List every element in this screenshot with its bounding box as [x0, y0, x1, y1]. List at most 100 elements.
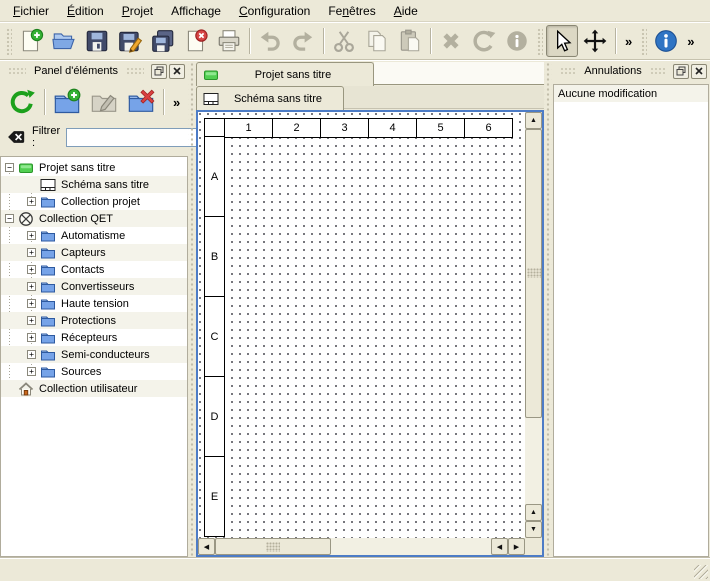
- tree-item-label: Protections: [61, 315, 116, 327]
- edit-category-icon: [87, 85, 121, 119]
- delete-button: [435, 25, 467, 57]
- expand-expander-icon[interactable]: +: [27, 282, 36, 291]
- scroll-up-button-alt[interactable]: ▲: [525, 504, 542, 521]
- tree-item-label: Collection projet: [61, 196, 140, 208]
- horizontal-scrollbar-track[interactable]: [215, 538, 491, 555]
- tree-item-semi-conducteurs[interactable]: + Semi-conducteurs: [1, 346, 187, 363]
- expand-expander-icon[interactable]: +: [27, 197, 36, 206]
- new-category-icon: [50, 85, 84, 119]
- menu-fichier[interactable]: Fichier: [4, 1, 58, 21]
- open-document-button[interactable]: [48, 25, 80, 57]
- expand-expander-icon[interactable]: +: [27, 248, 36, 257]
- undo-item-aucune-modification[interactable]: Aucune modification: [554, 85, 708, 102]
- tab-diagram[interactable]: Schéma sans titre: [196, 86, 344, 110]
- paste-icon: [395, 26, 425, 56]
- folder-icon: [40, 279, 56, 295]
- folder-icon: [40, 347, 56, 363]
- panel-overflow-button[interactable]: »: [168, 95, 185, 110]
- scroll-right-button[interactable]: ▶: [508, 538, 525, 555]
- close-document-button[interactable]: [180, 25, 212, 57]
- toolbar-drag-handle[interactable]: [5, 27, 12, 55]
- tree-item-sources[interactable]: +Sources: [1, 363, 187, 380]
- menu-affichage[interactable]: Affichage: [162, 1, 230, 21]
- folder-icon: [40, 262, 56, 278]
- move-button[interactable]: [579, 25, 611, 57]
- tree-item-collection-projet[interactable]: + Collection projet: [1, 193, 187, 210]
- tree-item-protections[interactable]: + Protections: [1, 312, 187, 329]
- main-toolbar: » »: [0, 22, 710, 60]
- diagram-viewport[interactable]: 123456 ABCDE: [198, 112, 525, 538]
- save-as-button[interactable]: [114, 25, 146, 57]
- scroll-left-button[interactable]: ◀: [198, 538, 215, 555]
- horizontal-scrollbar[interactable]: ◀ ◀ ▶: [198, 538, 525, 555]
- expand-expander-icon[interactable]: +: [27, 367, 36, 376]
- rotate-icon: [469, 26, 499, 56]
- expand-expander-icon[interactable]: +: [27, 265, 36, 274]
- tree-item-collection-utilisateur[interactable]: +Collection utilisateur: [1, 380, 187, 397]
- collapse-expander-icon[interactable]: −: [5, 214, 14, 223]
- expand-expander-icon[interactable]: +: [27, 316, 36, 325]
- undo-icon: [255, 26, 285, 56]
- splitter-right[interactable]: [544, 62, 552, 557]
- splitter-left[interactable]: [188, 62, 196, 557]
- tools-overflow-button[interactable]: »: [620, 34, 637, 49]
- save-all-button[interactable]: [147, 25, 179, 57]
- new-category-button[interactable]: [49, 84, 85, 120]
- home-icon: [18, 381, 34, 397]
- menubar: FichierÉditionProjetAffichageConfigurati…: [0, 0, 710, 22]
- vertical-scrollbar[interactable]: ▲ ▲ ▼: [525, 112, 542, 538]
- menu-configuration[interactable]: Configuration: [230, 1, 319, 21]
- menu-fenetres[interactable]: Fenêtres: [319, 1, 384, 21]
- tree-item-schema-sans-titre[interactable]: +Schéma sans titre: [1, 176, 187, 193]
- scroll-down-button[interactable]: ▼: [525, 521, 542, 538]
- diagram-column-header: 123456: [204, 118, 513, 138]
- info-blue-button[interactable]: [650, 25, 682, 57]
- save-button[interactable]: [81, 25, 113, 57]
- toolbar-separator: [430, 28, 431, 54]
- scroll-up-button[interactable]: ▲: [525, 112, 542, 129]
- tree-item-projet-sans-titre[interactable]: −Projet sans titre: [1, 159, 187, 176]
- expand-expander-icon[interactable]: +: [27, 231, 36, 240]
- clear-filter-icon[interactable]: [6, 127, 26, 147]
- horizontal-scrollbar-thumb[interactable]: [215, 538, 331, 555]
- collapse-expander-icon[interactable]: −: [5, 163, 14, 172]
- vertical-scrollbar-thumb[interactable]: [525, 129, 542, 418]
- undo-panel-titlebar: Annulations: [552, 62, 710, 80]
- column-label-6: 6: [464, 118, 513, 138]
- tree-item-recepteurs[interactable]: +Récepteurs: [1, 329, 187, 346]
- expand-expander-icon[interactable]: +: [27, 299, 36, 308]
- info-button: [501, 25, 533, 57]
- menu-edition[interactable]: Édition: [58, 1, 113, 21]
- help-overflow-button[interactable]: »: [682, 34, 699, 49]
- tree-item-capteurs[interactable]: +Capteurs: [1, 244, 187, 261]
- reload-button[interactable]: [4, 84, 40, 120]
- close-panel-button[interactable]: [169, 64, 185, 79]
- rotate-button: [468, 25, 500, 57]
- tree-item-automatisme[interactable]: +Automatisme: [1, 227, 187, 244]
- print-button[interactable]: [213, 25, 245, 57]
- delete-category-button[interactable]: [123, 84, 159, 120]
- tree-item-haute-tension[interactable]: +Haute tension: [1, 295, 187, 312]
- tree-item-label: Semi-conducteurs: [61, 349, 150, 361]
- tree-item-convertisseurs[interactable]: +Convertisseurs: [1, 278, 187, 295]
- toolbar-drag-handle[interactable]: [640, 27, 647, 55]
- tree-item-collection-qet[interactable]: −Collection QET: [1, 210, 187, 227]
- scroll-left-button-alt[interactable]: ◀: [491, 538, 508, 555]
- menu-projet[interactable]: Projet: [113, 1, 162, 21]
- menu-aide[interactable]: Aide: [385, 1, 427, 21]
- toolbar-separator: [249, 28, 250, 54]
- vertical-scrollbar-track[interactable]: [525, 129, 542, 504]
- resize-grip[interactable]: [694, 565, 708, 579]
- tree-item-contacts[interactable]: +Contacts: [1, 261, 187, 278]
- toolbar-drag-handle[interactable]: [536, 27, 543, 55]
- float-undo-panel-button[interactable]: [673, 64, 689, 79]
- expand-expander-icon[interactable]: +: [27, 333, 36, 342]
- float-icon: [154, 66, 164, 76]
- tab-project[interactable]: Projet sans titre: [196, 62, 374, 86]
- new-document-button[interactable]: [15, 25, 47, 57]
- float-panel-button[interactable]: [151, 64, 167, 79]
- float-icon: [676, 66, 686, 76]
- close-undo-panel-button[interactable]: [691, 64, 707, 79]
- select-pointer-button[interactable]: [546, 25, 578, 57]
- expand-expander-icon[interactable]: +: [27, 350, 36, 359]
